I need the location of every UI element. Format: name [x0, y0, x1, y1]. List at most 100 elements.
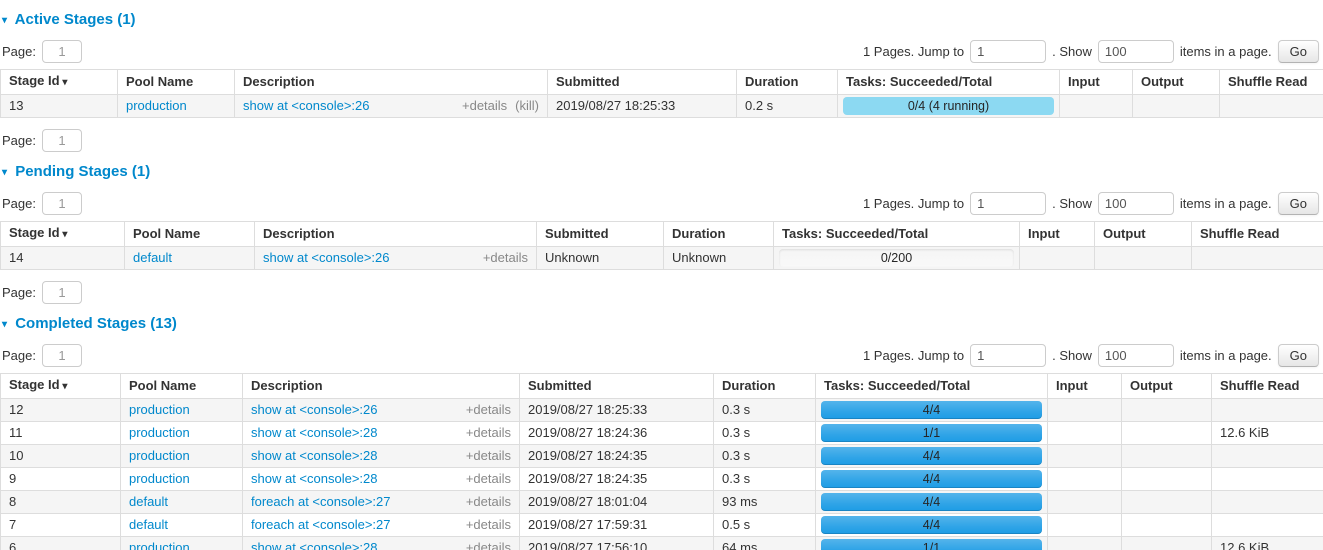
cell-input	[1048, 514, 1122, 537]
description-link[interactable]: show at <console>:26	[251, 402, 377, 417]
column-header-submitted[interactable]: Submitted	[548, 70, 737, 95]
jump-to-page-input[interactable]	[970, 40, 1046, 63]
details-link[interactable]: +details	[462, 99, 507, 113]
column-header-description[interactable]: Description	[243, 374, 520, 399]
cell-pool-name: production	[121, 422, 243, 445]
details-link[interactable]: +details	[466, 495, 511, 509]
jump-to-page-input[interactable]	[970, 344, 1046, 367]
details-link[interactable]: +details	[483, 251, 528, 265]
jump-to-page-input[interactable]	[970, 192, 1046, 215]
column-header-duration[interactable]: Duration	[737, 70, 838, 95]
cell-tasks: 0/200	[774, 247, 1020, 270]
section-title-completed-stages[interactable]: ▾ Completed Stages (13)	[2, 316, 1323, 333]
section-title-pending-stages[interactable]: ▾ Pending Stages (1)	[2, 164, 1323, 181]
details-link[interactable]: +details	[466, 518, 511, 532]
column-header-output[interactable]: Output	[1122, 374, 1212, 399]
column-header-shuffle-read[interactable]: Shuffle Read	[1220, 70, 1323, 95]
column-header-description[interactable]: Description	[235, 70, 548, 95]
description-link[interactable]: show at <console>:28	[251, 540, 377, 550]
column-header-tasks-succeeded-total[interactable]: Tasks: Succeeded/Total	[838, 70, 1060, 95]
details-link[interactable]: +details	[466, 541, 511, 550]
pool-name-link[interactable]: production	[129, 402, 190, 417]
page-number-input[interactable]	[42, 344, 82, 367]
column-header-stage-id[interactable]: Stage Id ▾	[1, 70, 118, 95]
page-number-input[interactable]	[42, 129, 82, 152]
cell-shuffle-read	[1212, 514, 1323, 537]
cell-tasks: 4/4	[816, 445, 1048, 468]
details-link[interactable]: +details	[466, 403, 511, 417]
tasks-progress-label: 4/4	[821, 493, 1042, 511]
column-header-pool-name[interactable]: Pool Name	[118, 70, 235, 95]
column-header-input[interactable]: Input	[1020, 222, 1095, 247]
column-header-pool-name[interactable]: Pool Name	[125, 222, 255, 247]
pool-name-link[interactable]: production	[126, 98, 187, 113]
description-link[interactable]: show at <console>:26	[243, 98, 369, 113]
details-link[interactable]: +details	[466, 472, 511, 486]
show-text: . Show	[1052, 196, 1092, 211]
kill-link[interactable]: (kill)	[515, 99, 539, 113]
description-link[interactable]: foreach at <console>:27	[251, 494, 391, 509]
sort-descending-icon: ▾	[60, 229, 68, 240]
column-header-shuffle-read[interactable]: Shuffle Read	[1212, 374, 1323, 399]
pool-name-link[interactable]: default	[129, 494, 168, 509]
column-header-submitted[interactable]: Submitted	[537, 222, 664, 247]
cell-tasks: 1/1	[816, 422, 1048, 445]
description-link[interactable]: show at <console>:28	[251, 425, 377, 440]
description-actions: +details (kill)	[462, 99, 539, 113]
pool-name-link[interactable]: production	[129, 448, 190, 463]
column-header-input[interactable]: Input	[1048, 374, 1122, 399]
stage-row: 11production+detailsshow at <console>:28…	[1, 422, 1323, 445]
details-link[interactable]: +details	[466, 449, 511, 463]
column-header-description[interactable]: Description	[255, 222, 537, 247]
description-link[interactable]: show at <console>:28	[251, 448, 377, 463]
cell-input	[1048, 445, 1122, 468]
column-header-tasks-succeeded-total[interactable]: Tasks: Succeeded/Total	[774, 222, 1020, 247]
pool-name-link[interactable]: default	[129, 517, 168, 532]
stage-row: 7default+detailsforeach at <console>:272…	[1, 514, 1323, 537]
go-button[interactable]: Go	[1278, 344, 1319, 367]
items-per-page-input[interactable]	[1098, 344, 1174, 367]
description-link[interactable]: show at <console>:28	[251, 471, 377, 486]
description-link[interactable]: foreach at <console>:27	[251, 517, 391, 532]
cell-description: +details show at <console>:28	[243, 422, 520, 445]
description-link[interactable]: show at <console>:26	[263, 250, 389, 265]
column-header-duration[interactable]: Duration	[714, 374, 816, 399]
cell-output	[1122, 422, 1212, 445]
pool-name-link[interactable]: production	[129, 471, 190, 486]
column-header-output[interactable]: Output	[1133, 70, 1220, 95]
column-header-duration[interactable]: Duration	[664, 222, 774, 247]
pool-name-link[interactable]: production	[129, 425, 190, 440]
page-number-input[interactable]	[42, 40, 82, 63]
collapse-arrow-icon: ▾	[2, 167, 7, 178]
column-header-input[interactable]: Input	[1060, 70, 1133, 95]
cell-submitted: 2019/08/27 18:25:33	[520, 399, 714, 422]
items-per-page-input[interactable]	[1098, 192, 1174, 215]
section-title-label: Active Stages (1)	[15, 11, 136, 28]
column-header-submitted[interactable]: Submitted	[520, 374, 714, 399]
cell-duration: 0.3 s	[714, 399, 816, 422]
section-title-active-stages[interactable]: ▾ Active Stages (1)	[2, 12, 1323, 29]
description-actions: +details	[466, 495, 511, 509]
details-link[interactable]: +details	[466, 426, 511, 440]
column-header-output[interactable]: Output	[1095, 222, 1192, 247]
column-header-stage-id[interactable]: Stage Id ▾	[1, 374, 121, 399]
go-button[interactable]: Go	[1278, 40, 1319, 63]
cell-description: +details show at <console>:26	[243, 399, 520, 422]
column-header-stage-id[interactable]: Stage Id ▾	[1, 222, 125, 247]
go-button[interactable]: Go	[1278, 192, 1319, 215]
stage-row: 10production+detailsshow at <console>:28…	[1, 445, 1323, 468]
description-actions: +details	[466, 403, 511, 417]
page-label: Page:	[2, 44, 36, 59]
page-number-input[interactable]	[42, 192, 82, 215]
column-header-tasks-succeeded-total[interactable]: Tasks: Succeeded/Total	[816, 374, 1048, 399]
column-header-shuffle-read[interactable]: Shuffle Read	[1192, 222, 1323, 247]
page-number-input[interactable]	[42, 281, 82, 304]
cell-input	[1048, 422, 1122, 445]
cell-description: +details show at <console>:28	[243, 468, 520, 491]
items-per-page-input[interactable]	[1098, 40, 1174, 63]
column-header-pool-name[interactable]: Pool Name	[121, 374, 243, 399]
pool-name-link[interactable]: default	[133, 250, 172, 265]
cell-shuffle-read	[1220, 95, 1323, 118]
pool-name-link[interactable]: production	[129, 540, 190, 550]
cell-pool-name: default	[121, 491, 243, 514]
